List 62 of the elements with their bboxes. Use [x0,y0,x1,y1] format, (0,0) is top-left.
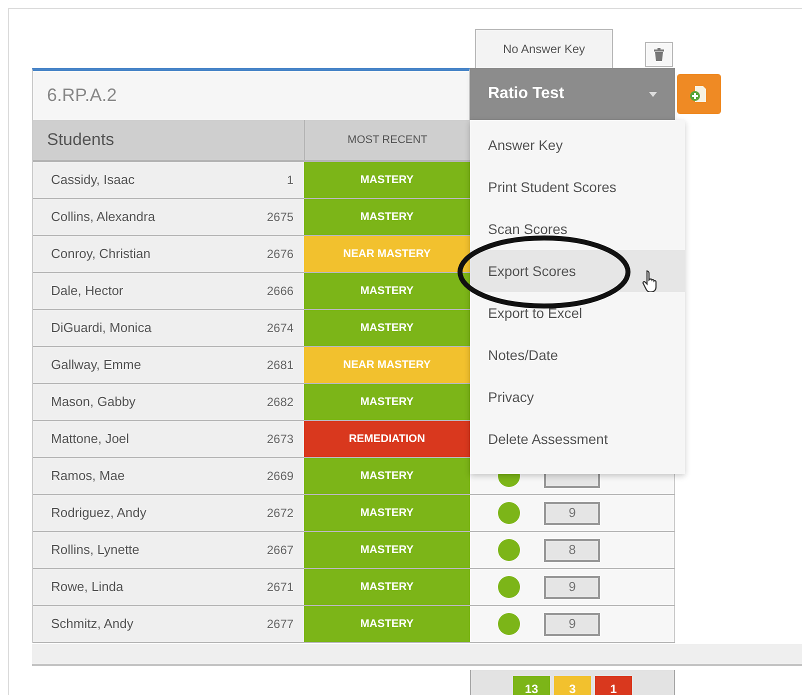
document-add-icon [689,84,709,104]
student-id: 2675 [266,209,294,226]
student-name: Gallway, Emme [50,356,142,374]
menu-item[interactable]: Export to Excel [470,292,685,334]
menu-item[interactable]: Notes/Date [470,334,685,376]
student-name: Rodriguez, Andy [50,504,148,522]
status-cell: MASTERY [304,495,470,531]
student-id: 2682 [266,394,294,411]
caret-icon [649,92,657,96]
status-cell: MASTERY [304,310,470,346]
status-cell: MASTERY [304,199,470,235]
score-field[interactable]: 8 [544,538,600,562]
status-cell: NEAR MASTERY [304,236,470,272]
menu-item[interactable]: Answer Key [470,124,685,166]
count-badge: 13 [513,676,550,695]
student-name: Conroy, Christian [50,245,152,264]
add-button[interactable] [677,74,721,114]
student-name: Cassidy, Isaac [50,171,136,190]
status-cell: REMEDIATION [304,421,470,457]
student-name: Collins, Alexandra [50,208,156,226]
student-id: 1 [286,172,294,189]
student-id: 2676 [266,246,294,263]
count-badge: 1 [595,676,632,695]
status-cell: MASTERY [304,162,470,198]
menu-item[interactable]: Scan Scores [470,208,685,250]
student-id: 2666 [266,283,294,300]
student-id: 2667 [266,542,294,559]
score-field[interactable]: 9 [544,502,600,524]
column-header: Students [33,120,304,162]
student-name: Rollins, Lynette [50,541,140,560]
status-cell: MASTERY [304,384,470,420]
student-id: 2681 [266,357,294,374]
student-name: Dale, Hector [50,282,124,300]
status-cell: MASTERY [304,569,470,605]
menu-item[interactable]: Delete Assessment [470,418,685,460]
menu-item[interactable]: Export Scores [470,250,685,292]
student-id: 2674 [266,320,294,337]
answer-key-tab[interactable]: No Answer Key [475,29,613,68]
delete-button[interactable] [645,42,673,67]
student-name: Mattone, Joel [50,430,130,448]
student-name: DiGuardi, Monica [50,319,152,338]
student-name: Rowe, Linda [50,578,124,596]
student-id: 2669 [266,468,294,485]
menu-item[interactable]: Print Student Scores [470,166,685,208]
student-id: 2673 [266,431,294,448]
trash-icon [654,48,664,61]
status-cell: MASTERY [304,458,470,494]
student-id: 2677 [266,616,294,633]
column-header: MOST RECENT [304,120,470,162]
student-name: Ramos, Mae [50,467,126,486]
score-field[interactable]: 9 [544,612,600,636]
student-name: Mason, Gabby [50,393,137,412]
menu-item[interactable]: Privacy [470,376,685,418]
status-cell: NEAR MASTERY [304,347,470,383]
status-cell: MASTERY [304,273,470,309]
score-field[interactable]: 9 [544,576,600,598]
student-id: 2672 [266,505,294,522]
student-id: 2671 [266,579,294,596]
status-cell: MASTERY [304,606,470,642]
count-badge: 3 [554,676,591,695]
status-cell: MASTERY [304,532,470,568]
student-name: Schmitz, Andy [50,615,134,634]
